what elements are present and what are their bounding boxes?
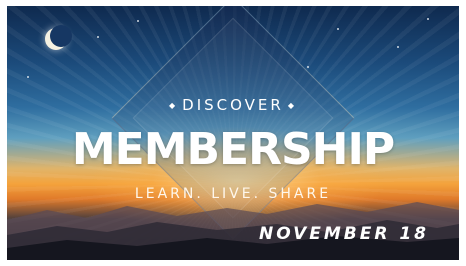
star bbox=[397, 46, 399, 48]
crescent-moon-icon bbox=[45, 25, 72, 50]
membership-banner: ◆ DISCOVER ◆ MEMBERSHIP LEARN. LIVE. SHARE… bbox=[7, 6, 459, 260]
tagline: LEARN. LIVE. SHARE bbox=[134, 186, 332, 202]
star bbox=[307, 66, 309, 68]
star bbox=[137, 20, 139, 22]
event-date: NOVEMBER 18 bbox=[259, 224, 429, 244]
discover-heading: ◆ DISCOVER ◆ bbox=[7, 96, 459, 114]
ornament-right-icon: ◆ bbox=[287, 101, 297, 110]
star bbox=[97, 36, 99, 38]
ornament-left-icon: ◆ bbox=[169, 101, 179, 110]
star bbox=[427, 18, 429, 20]
membership-title: MEMBERSHIP bbox=[71, 124, 395, 175]
discover-label: DISCOVER bbox=[182, 96, 284, 114]
star bbox=[27, 76, 29, 78]
star bbox=[337, 28, 339, 30]
